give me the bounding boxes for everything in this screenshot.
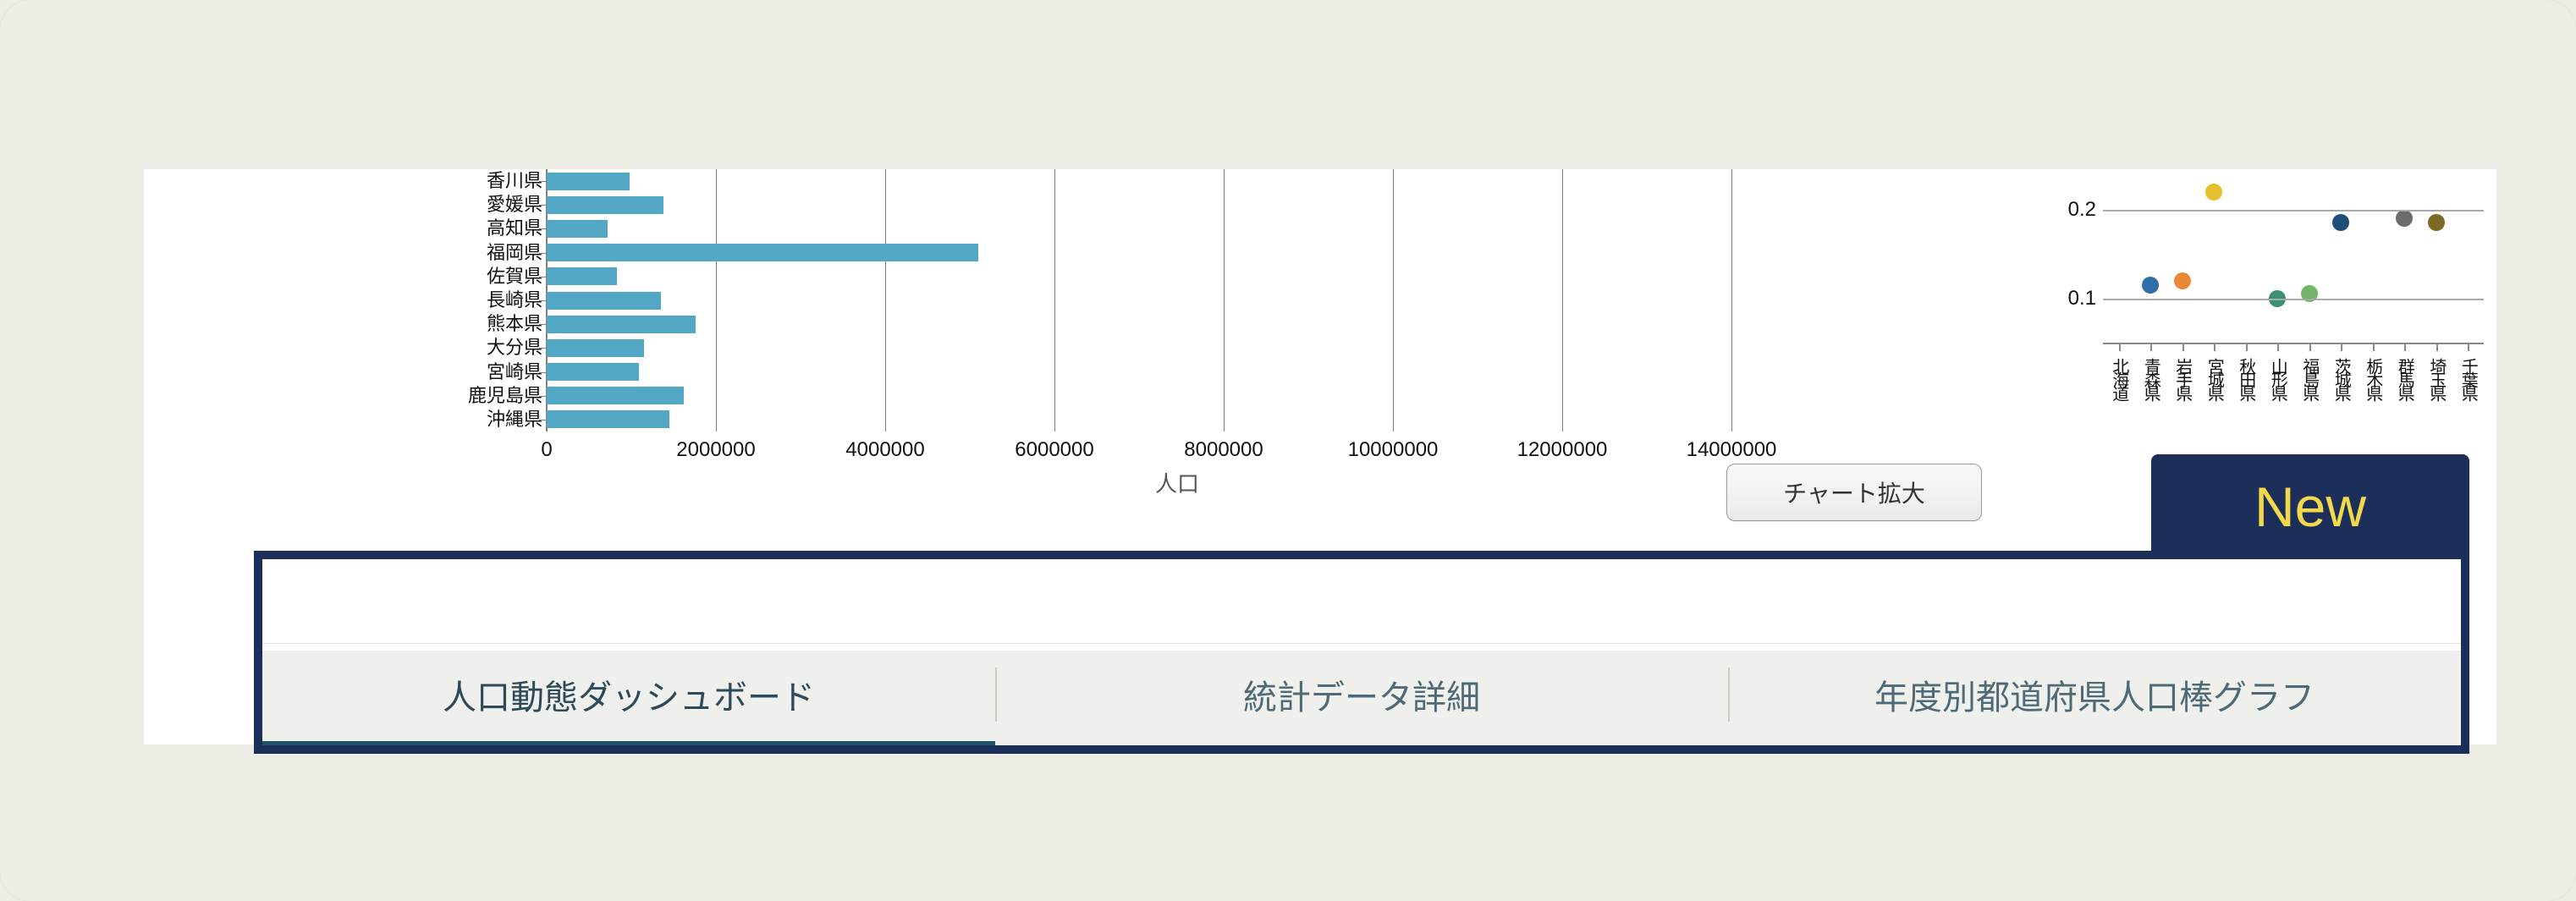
scatter-x-tick (2119, 343, 2121, 351)
scatter-x-tick-label: 埼玉県 (2426, 358, 2447, 398)
scatter-gridline (2103, 210, 2484, 212)
bar-chart-bar (547, 267, 617, 285)
dashboard-tab-label: 年度別都道府県人口棒グラフ (1874, 670, 2315, 719)
dashboard-tab-1[interactable]: 統計データ詳細 (995, 644, 1728, 745)
bar-chart-bar (547, 220, 608, 238)
scatter-point (2332, 214, 2349, 231)
new-badge: New (2151, 454, 2469, 559)
scatter-x-tick (2182, 343, 2184, 351)
bar-chart-bar (547, 316, 696, 333)
bar-chart-x-tick-label: 6000000 (1015, 438, 1093, 462)
scatter-x-tick-label: 福島県 (2299, 358, 2320, 398)
bar-chart-gridline (1224, 169, 1225, 431)
bar-chart-bar (547, 292, 661, 310)
chart-expand-button[interactable]: チャート拡大 (1726, 464, 1982, 521)
bar-chart-gridline (1562, 169, 1563, 431)
scatter-point (2396, 210, 2413, 227)
scatter-y-tick-label: 0.1 (2052, 287, 2096, 310)
scatter-x-tick-label: 秋田県 (2236, 358, 2256, 398)
scatter-x-tick-label: 宮城県 (2204, 358, 2224, 398)
bar-chart-x-tick-label: 0 (541, 438, 552, 462)
bar-chart-x-tick-label: 10000000 (1348, 438, 1439, 462)
scatter-x-tick (2341, 343, 2342, 351)
bar-chart-x-tick-label: 12000000 (1517, 438, 1608, 462)
tabs-whiteband (262, 559, 2461, 651)
scatter-x-tick (2214, 343, 2215, 351)
scatter-x-tick (2373, 343, 2375, 351)
bar-chart-x-tick-label: 2000000 (676, 438, 755, 462)
scatter-point (2428, 214, 2445, 231)
dashboard-tab-2[interactable]: 年度別都道府県人口棒グラフ (1728, 644, 2461, 745)
bar-chart-y-tick (539, 205, 546, 206)
scatter-x-tick-label: 北海道 (2109, 358, 2129, 398)
prefecture-scatter-chart: 0.1 0.2 北海道青森県岩手県宮城県秋田県山形県福島県茨城県栃木県群馬県埼玉県千… (2044, 165, 2484, 444)
bar-chart-gridline (1731, 169, 1732, 431)
bar-chart-x-tick-label: 8000000 (1184, 438, 1263, 462)
stage: 香川県愛媛県高知県福岡県佐賀県長崎県熊本県大分県宮崎県鹿児島県沖縄県 0 2000… (0, 0, 2576, 901)
dashboard-tab-0[interactable]: 人口動態ダッシュボード (262, 644, 995, 745)
bar-chart-y-tick-label: 長崎県 (275, 289, 542, 311)
scatter-x-tick (2277, 343, 2279, 351)
scatter-point (2174, 272, 2191, 289)
scatter-x-tick-label: 群馬県 (2394, 358, 2414, 398)
bar-chart-y-tick (539, 253, 546, 254)
bar-chart-gridline (1393, 169, 1394, 431)
bar-chart-bar (547, 173, 630, 190)
scatter-x-tick-label: 千葉県 (2458, 358, 2478, 398)
bar-chart-y-tick (539, 372, 546, 373)
bar-chart-y-tick-label: 愛媛県 (275, 194, 542, 216)
scatter-x-tick (2309, 343, 2311, 351)
bar-chart-y-tick-label: 熊本県 (275, 313, 542, 335)
scatter-x-tick-label: 栃木県 (2363, 358, 2383, 398)
bar-chart-bar (547, 387, 684, 404)
bar-chart-y-tick-label: 鹿児島県 (275, 385, 542, 407)
scatter-x-tick (2150, 343, 2152, 351)
bar-chart-y-tick (539, 348, 546, 349)
scatter-x-tick (2246, 343, 2248, 351)
dashboard-tab-label: 人口動態ダッシュボード (443, 670, 815, 719)
scatter-point (2142, 277, 2159, 294)
bar-chart-bar (547, 410, 669, 428)
bar-chart-bar (547, 363, 639, 381)
scatter-x-tick-label: 山形県 (2267, 358, 2287, 398)
bar-chart-y-tick-label: 福岡県 (275, 242, 542, 264)
bar-chart-y-tick-label: 大分県 (275, 337, 542, 359)
scatter-x-tick (2468, 343, 2469, 351)
bar-chart-bar (547, 339, 644, 357)
bar-chart-x-tick-label: 14000000 (1687, 438, 1777, 462)
scatter-point (2205, 184, 2222, 201)
scatter-x-tick-label: 青森県 (2140, 358, 2160, 398)
bar-chart-y-tick-label: 沖縄県 (275, 409, 542, 431)
bar-chart-y-tick-label: 宮崎県 (275, 361, 542, 383)
scatter-x-tick (2404, 343, 2406, 351)
bar-chart-bar (547, 196, 663, 214)
bar-chart-gridline (1054, 169, 1055, 431)
bar-chart-bar (547, 244, 978, 261)
bar-chart-y-tick-label: 佐賀県 (275, 266, 542, 288)
tabs-callout-box: New 人口動態ダッシュボード統計データ詳細年度別都道府県人口棒グラフ (254, 551, 2469, 754)
scatter-gridline (2103, 299, 2484, 300)
bar-chart-y-tick (539, 300, 546, 301)
scatter-x-tick-label: 岩手県 (2172, 358, 2193, 398)
scatter-x-tick (2436, 343, 2438, 351)
bar-chart-gridline (716, 169, 717, 431)
bar-chart-y-tick (539, 228, 546, 229)
bar-chart-x-tick-label: 4000000 (845, 438, 924, 462)
bar-chart-x-axis-title: 人口 (1155, 467, 1199, 498)
scatter-x-tick-label: 茨城県 (2331, 358, 2351, 398)
scatter-y-tick-label: 0.2 (2052, 198, 2096, 222)
dashboard-tabs-bar: 人口動態ダッシュボード 統計データ詳細 年度別都道府県人口棒グラフ (262, 643, 2461, 745)
bar-chart-gridline (885, 169, 886, 431)
card: 香川県愛媛県高知県福岡県佐賀県長崎県熊本県大分県宮崎県鹿児島県沖縄県 0 2000… (0, 0, 2576, 901)
bar-chart-y-tick (539, 396, 546, 397)
dashboard-tab-label: 統計データ詳細 (1243, 670, 1480, 719)
bar-chart-y-tick (539, 181, 546, 182)
bar-chart-y-tick-label: 高知県 (275, 217, 542, 239)
bar-chart-y-tick (539, 324, 546, 325)
population-bar-chart: 香川県愛媛県高知県福岡県佐賀県長崎県熊本県大分県宮崎県鹿児島県沖縄県 0 2000… (275, 169, 1841, 491)
bar-chart-y-tick-label: 香川県 (275, 170, 542, 192)
tab-active-underline (262, 741, 995, 745)
